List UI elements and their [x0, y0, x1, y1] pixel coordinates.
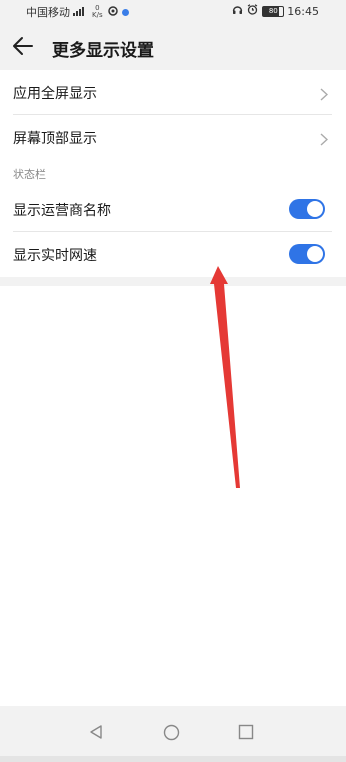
- show-realtime-speed-label: 显示实时网速: [13, 248, 97, 264]
- bottom-strip: [0, 756, 346, 762]
- show-carrier-name-label: 显示运营商名称: [13, 203, 111, 219]
- app-fullscreen-row[interactable]: 应用全屏显示: [0, 70, 346, 115]
- net-speed: 0 K/s: [92, 5, 103, 19]
- nav-back-icon[interactable]: [88, 724, 104, 744]
- toggle-knob: [307, 246, 323, 262]
- headset-icon: [232, 4, 243, 18]
- notification-dot-icon: [121, 8, 129, 16]
- status-bar-section-header: 状态栏: [0, 160, 346, 187]
- status-right: 80 16:45: [228, 4, 319, 18]
- page-title: 更多显示设置: [52, 41, 154, 61]
- status-left: 中国移动 0 K/s: [26, 4, 129, 20]
- toggle-knob: [307, 201, 323, 217]
- app-fullscreen-label: 应用全屏显示: [13, 86, 97, 102]
- show-carrier-name-row[interactable]: 显示运营商名称: [0, 187, 346, 232]
- show-realtime-speed-row[interactable]: 显示实时网速: [0, 232, 346, 277]
- chevron-right-icon: [320, 131, 329, 150]
- back-arrow-icon: [13, 37, 33, 55]
- section-title: 状态栏: [13, 168, 46, 181]
- battery-icon: 80: [262, 5, 285, 17]
- net-speed-unit: K/s: [92, 11, 103, 19]
- signal-icon: [73, 6, 87, 19]
- show-carrier-name-toggle[interactable]: [289, 199, 325, 219]
- back-button[interactable]: [12, 36, 34, 56]
- settings-list: 应用全屏显示 屏幕顶部显示 状态栏 显示运营商名称 显示实时网速: [0, 70, 346, 277]
- notification-app-icon: [107, 5, 118, 19]
- show-realtime-speed-toggle[interactable]: [289, 244, 325, 264]
- navigation-bar: [0, 712, 346, 756]
- app-header: 更多显示设置: [0, 26, 346, 66]
- status-bar: 中国移动 0 K/s 80 16:45: [0, 0, 346, 22]
- screen-top-display-label: 屏幕顶部显示: [13, 131, 97, 147]
- content-background: [0, 286, 346, 706]
- clock: 16:45: [287, 4, 319, 18]
- nav-recents-icon[interactable]: [238, 724, 254, 744]
- carrier-name: 中国移动: [26, 6, 70, 19]
- alarm-icon: [247, 4, 258, 18]
- screen-top-display-row[interactable]: 屏幕顶部显示: [0, 115, 346, 160]
- chevron-right-icon: [320, 86, 329, 105]
- nav-home-icon[interactable]: [163, 724, 180, 745]
